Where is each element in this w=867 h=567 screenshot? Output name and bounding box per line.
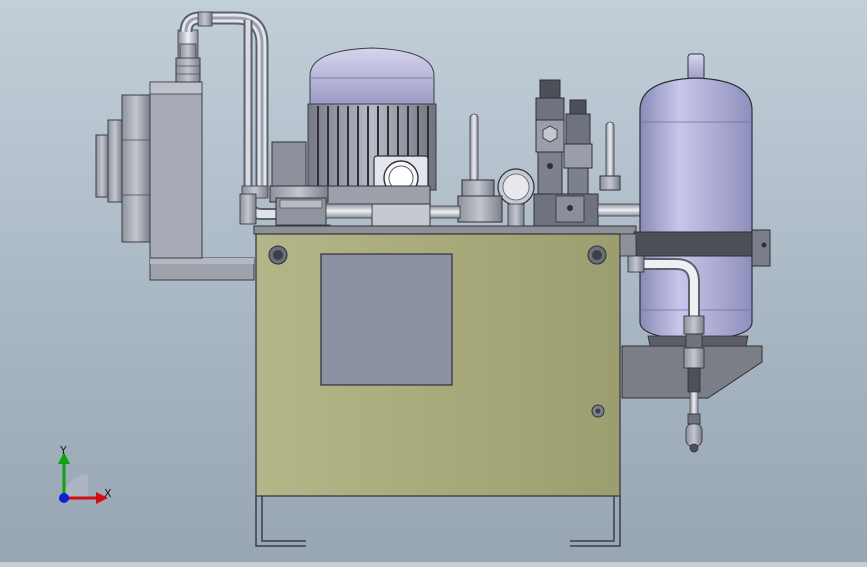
outlet-fitting bbox=[239, 193, 257, 225]
tank-legs bbox=[255, 496, 621, 547]
tank-top-plate bbox=[253, 225, 637, 235]
y-axis-label: Y bbox=[59, 444, 67, 457]
cooler-assembly[interactable] bbox=[95, 29, 255, 281]
model-viewport[interactable] bbox=[0, 0, 867, 562]
axis-triad: Y X bbox=[40, 438, 130, 518]
x-axis-label: X bbox=[104, 487, 112, 500]
valve-stack[interactable] bbox=[429, 79, 641, 227]
inspection-window[interactable] bbox=[320, 253, 453, 386]
z-axis-dot bbox=[59, 493, 69, 503]
